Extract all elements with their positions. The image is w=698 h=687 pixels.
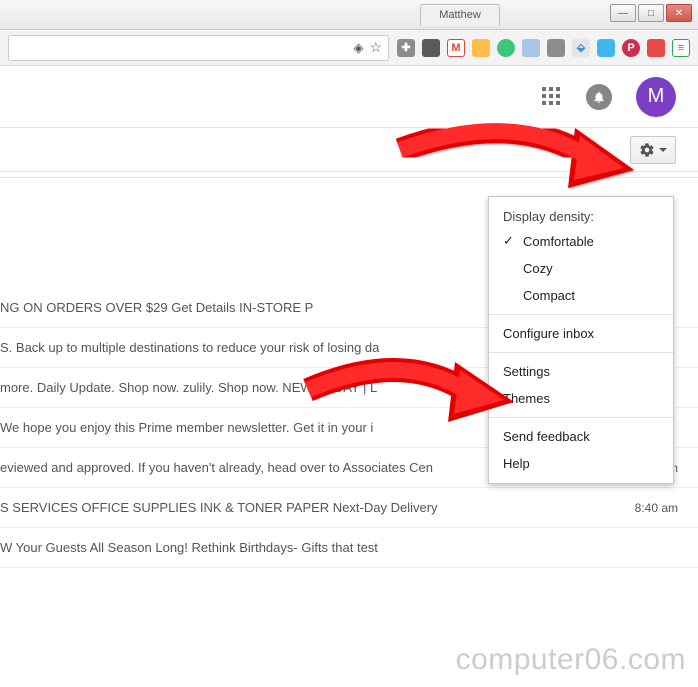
extension-icon[interactable] (422, 39, 440, 57)
extension-icon[interactable] (647, 39, 665, 57)
settings-dropdown: Display density: Comfortable Cozy Compac… (488, 196, 674, 484)
menu-separator (489, 417, 673, 418)
density-comfortable[interactable]: Comfortable (489, 228, 673, 255)
caret-down-icon (659, 148, 667, 152)
extension-icon[interactable] (522, 39, 540, 57)
density-cozy[interactable]: Cozy (489, 255, 673, 282)
extension-icon[interactable] (472, 39, 490, 57)
dropbox-extension-icon[interactable]: ⬙ (572, 39, 590, 57)
permissions-icon[interactable]: ◈ (353, 40, 363, 56)
mail-row[interactable]: W Your Guests All Season Long! Rethink B… (0, 528, 698, 568)
account-avatar[interactable]: M (636, 77, 676, 117)
menu-separator (489, 352, 673, 353)
bookmark-star-icon[interactable]: ☆ (369, 39, 382, 56)
gmail-extension-icon[interactable]: M (447, 39, 465, 57)
help-item[interactable]: Help (489, 450, 673, 477)
density-compact[interactable]: Compact (489, 282, 673, 309)
extension-icon[interactable] (597, 39, 615, 57)
gear-icon (639, 142, 655, 158)
chrome-menu-icon[interactable]: ≡ (672, 39, 690, 57)
minimize-button[interactable]: ― (610, 4, 636, 22)
settings-gear-button[interactable] (630, 136, 676, 164)
configure-inbox-item[interactable]: Configure inbox (489, 320, 673, 347)
extension-icons: ✚ M ⬙ P ≡ (397, 39, 690, 57)
extension-icon[interactable]: ✚ (397, 39, 415, 57)
address-bar[interactable]: ◈ ☆ (8, 35, 389, 61)
google-apps-icon[interactable] (542, 87, 562, 107)
notifications-bell-icon[interactable] (586, 84, 612, 110)
pinterest-extension-icon[interactable]: P (622, 39, 640, 57)
extension-icon[interactable] (547, 39, 565, 57)
settings-item[interactable]: Settings (489, 358, 673, 385)
gmail-toolbar (0, 128, 698, 172)
close-button[interactable]: ✕ (666, 4, 692, 22)
browser-tab[interactable]: Matthew (420, 4, 500, 26)
watermark-text: computer06.com (456, 643, 686, 677)
browser-titlebar: Matthew ― □ ✕ (0, 0, 698, 30)
gmail-header: M (0, 66, 698, 128)
themes-item[interactable]: Themes (489, 385, 673, 412)
window-controls: ― □ ✕ (608, 4, 692, 22)
density-header: Display density: (489, 203, 673, 228)
mail-row[interactable]: S SERVICES OFFICE SUPPLIES INK & TONER P… (0, 488, 698, 528)
send-feedback-item[interactable]: Send feedback (489, 423, 673, 450)
browser-toolbar: ◈ ☆ ✚ M ⬙ P ≡ (0, 30, 698, 66)
maximize-button[interactable]: □ (638, 4, 664, 22)
extension-icon[interactable] (497, 39, 515, 57)
menu-separator (489, 314, 673, 315)
